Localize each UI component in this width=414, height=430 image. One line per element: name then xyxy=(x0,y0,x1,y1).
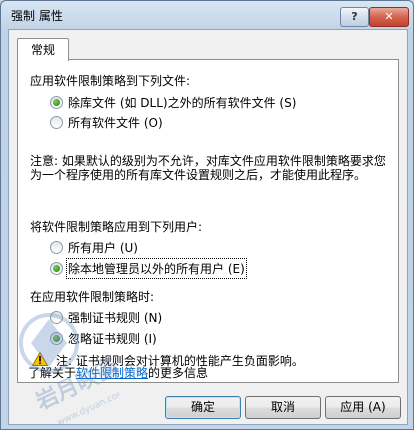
radio-except-admins[interactable] xyxy=(50,262,63,275)
help-button[interactable]: ? xyxy=(340,7,369,27)
apply-button[interactable]: 应用 (A) xyxy=(325,396,401,419)
learn-more-suffix: 的更多信息 xyxy=(148,366,209,380)
label-except-libraries[interactable]: 除库文件 (如 DLL)之外的所有软件文件 (S) xyxy=(68,94,296,111)
label-except-admins[interactable]: 除本地管理员以外的所有用户 (E) xyxy=(66,258,247,279)
watermark-logo: 岩月映画 www.dyuan.com xyxy=(19,313,119,426)
close-button[interactable]: ✕ xyxy=(369,7,409,27)
label-all-software[interactable]: 所有软件文件 (O) xyxy=(68,114,163,131)
window-title: 强制 属性 xyxy=(11,9,63,23)
ok-button[interactable]: 确定 xyxy=(165,396,241,419)
properties-window: 强制 属性 ? ✕ 常规 应用软件限制策略到下列文件: 除库文件 (如 DLL)… xyxy=(0,0,414,430)
label-all-users[interactable]: 所有用户 (U) xyxy=(68,239,138,256)
title-bar[interactable]: 强制 属性 ? ✕ xyxy=(1,1,413,29)
close-icon: ✕ xyxy=(384,10,394,23)
apply-files-heading: 应用软件限制策略到下列文件: xyxy=(30,74,191,88)
library-note: 注意: 如果默认的级别为不允许，对库文件应用软件限制策略要求您为一个程序使用的所… xyxy=(30,154,386,182)
radio-except-libraries[interactable] xyxy=(50,96,63,109)
help-icon: ? xyxy=(351,10,358,23)
apply-users-heading: 将软件限制策略应用到下列用户: xyxy=(30,220,203,234)
cancel-button[interactable]: 取消 xyxy=(245,396,321,419)
radio-all-software[interactable] xyxy=(50,116,63,129)
radio-all-users[interactable] xyxy=(50,241,63,254)
tab-general[interactable]: 常规 xyxy=(17,38,69,61)
